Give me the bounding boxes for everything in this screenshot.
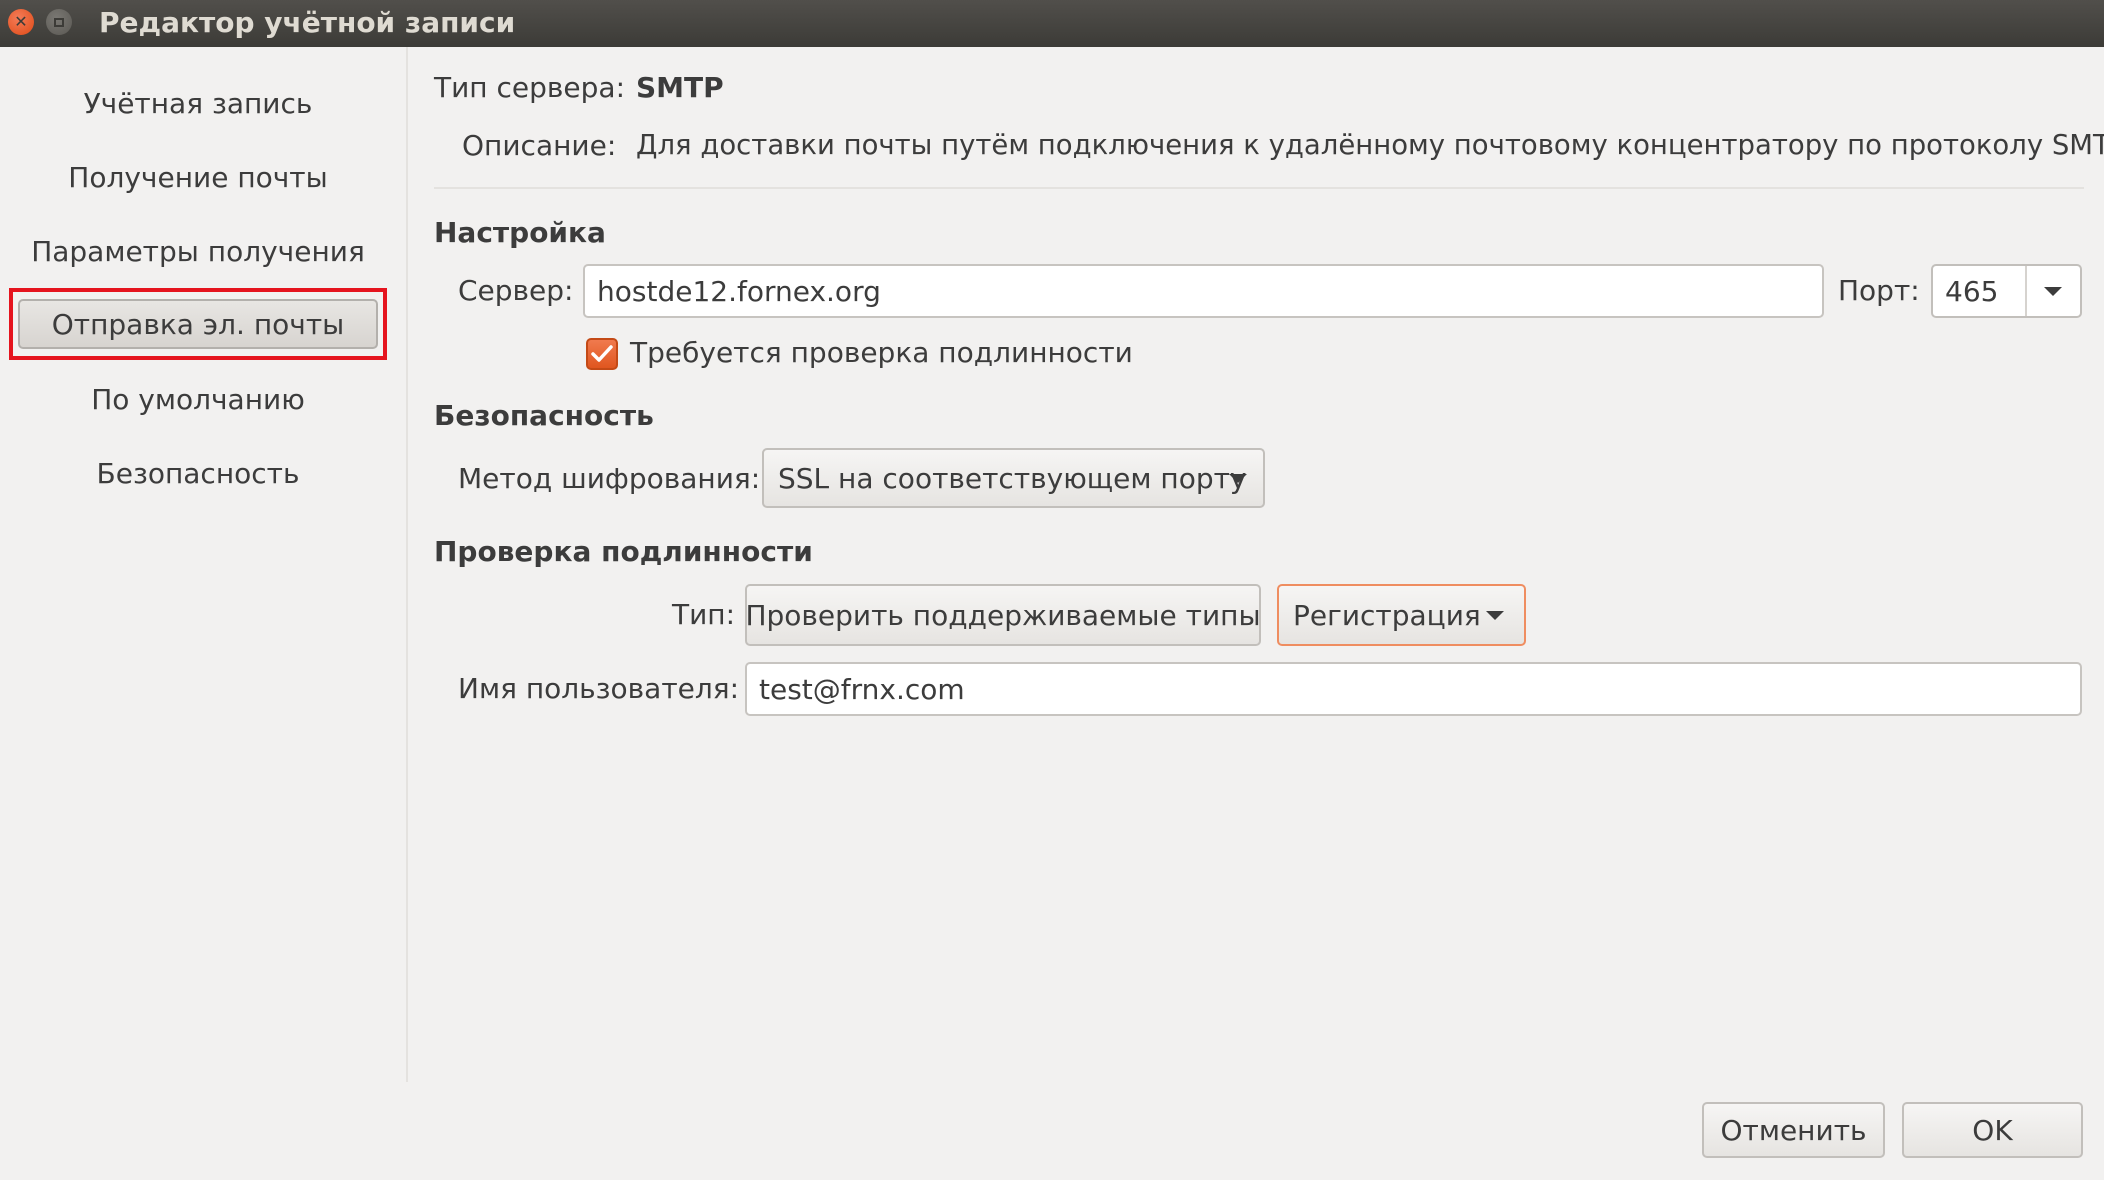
port-divider — [2025, 266, 2027, 316]
server-type-value: SMTP — [636, 71, 724, 104]
check-icon — [591, 345, 613, 362]
separator — [434, 187, 2084, 189]
port-combobox[interactable]: 465 — [1931, 264, 2082, 318]
auth-required-label[interactable]: Требуется проверка подлинности — [630, 336, 1133, 369]
close-icon: ✕ — [14, 12, 28, 31]
title-bar: ✕ Редактор учётной записи — [0, 0, 2104, 47]
username-input[interactable]: test@frnx.com — [745, 662, 2082, 716]
security-heading: Безопасность — [434, 399, 654, 432]
sidebar-item-account[interactable]: Учётная запись — [0, 87, 396, 120]
sidebar-item-security[interactable]: Безопасность — [0, 457, 396, 490]
sidebar-item-receiving-options[interactable]: Параметры получения — [0, 235, 396, 268]
username-label: Имя пользователя: — [458, 672, 740, 705]
description-value: Для доставки почты путём подключения к у… — [636, 129, 2104, 161]
chevron-down-icon — [1229, 474, 1247, 483]
auth-type-value: Регистрация — [1293, 598, 1481, 632]
description-label: Описание: — [462, 129, 617, 162]
sidebar-item-sending[interactable]: Отправка эл. почты — [18, 299, 378, 349]
ok-button[interactable]: OK — [1902, 1102, 2083, 1158]
check-supported-types-button[interactable]: Проверить поддерживаемые типы — [745, 584, 1261, 646]
chevron-down-icon[interactable] — [2044, 287, 2062, 296]
server-input[interactable]: hostde12.fornex.org — [583, 264, 1824, 318]
auth-type-label: Тип: — [672, 598, 736, 631]
settings-heading: Настройка — [434, 216, 606, 249]
maximize-icon — [54, 17, 64, 27]
window-title: Редактор учётной записи — [99, 6, 516, 39]
maximize-window-button[interactable] — [46, 9, 72, 35]
authentication-heading: Проверка подлинности — [434, 535, 813, 568]
sidebar-item-defaults[interactable]: По умолчанию — [0, 383, 396, 416]
close-window-button[interactable]: ✕ — [8, 9, 34, 35]
chevron-down-icon — [1486, 611, 1504, 620]
auth-required-checkbox[interactable] — [586, 338, 618, 370]
port-label: Порт: — [1838, 274, 1920, 307]
sidebar-item-receiving[interactable]: Получение почты — [0, 161, 396, 194]
port-value: 465 — [1945, 274, 1999, 308]
encryption-dropdown[interactable]: SSL на соответствующем порту — [762, 448, 1265, 508]
cancel-button[interactable]: Отменить — [1702, 1102, 1885, 1158]
encryption-label: Метод шифрования: — [458, 462, 761, 495]
server-type-label: Тип сервера: — [434, 71, 625, 104]
server-label: Сервер: — [458, 274, 574, 307]
auth-type-dropdown[interactable]: Регистрация — [1277, 584, 1526, 646]
sidebar: Учётная запись Получение почты Параметры… — [0, 47, 408, 1082]
encryption-value: SSL на соответствующем порту — [778, 461, 1247, 495]
